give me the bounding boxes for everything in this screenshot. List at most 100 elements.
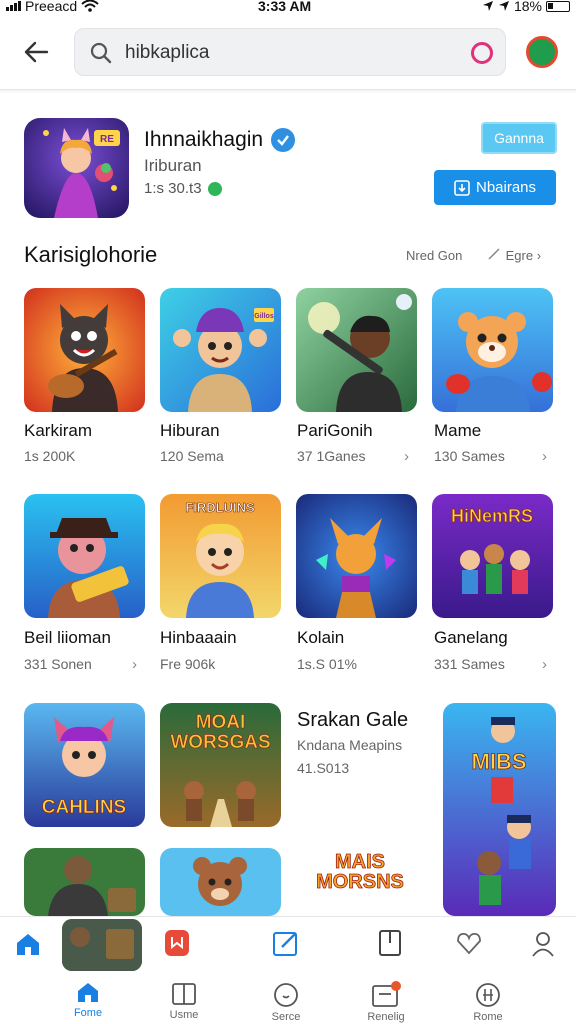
home-icon: [78, 983, 98, 1002]
section-title: Karisiglohorie: [24, 242, 158, 267]
game-tile[interactable]: [296, 494, 417, 618]
tile-art-text: Gillos: [254, 313, 274, 320]
tab-label: Usme: [169, 1009, 199, 1021]
game-tile[interactable]: Gillos: [160, 288, 281, 412]
tile-art-text: FIRDLUINS: [185, 500, 255, 515]
game-tile[interactable]: [160, 848, 281, 916]
tab-label: Fome: [73, 1007, 103, 1019]
tile-name: PariGonih: [297, 421, 373, 440]
tile-meta: 1s 200K: [24, 448, 76, 464]
profile-icon: [532, 932, 554, 957]
tile-meta: 1s.S 01%: [297, 656, 357, 672]
tab-settings[interactable]: Rome: [462, 982, 514, 1023]
status-time: 3:33 AM: [258, 0, 312, 14]
tile-meta: 120 Sema: [160, 448, 224, 464]
featured-subtitle: Kndana Meapins: [297, 737, 403, 753]
tile-name: Kolain: [297, 628, 345, 647]
home-icon: [17, 934, 39, 955]
chevron-right-icon[interactable]: ›: [542, 448, 547, 465]
library-icon: [172, 983, 196, 1005]
profile-button[interactable]: [532, 931, 554, 957]
tab-search[interactable]: Serce: [260, 982, 312, 1023]
heart-button[interactable]: [456, 931, 482, 955]
book-icon: [379, 930, 401, 956]
tile-name: Beil liioman: [24, 628, 111, 647]
search-icon: [90, 42, 112, 64]
search-bar[interactable]: hibkaplica: [74, 28, 506, 76]
tile-art-text: MOAI WORSGAS: [170, 713, 271, 753]
tile-name: Karkiram: [24, 421, 93, 440]
game-tile[interactable]: [296, 288, 417, 412]
app-meta-text: 1:s 30.t3: [144, 180, 202, 197]
voice-search-icon[interactable]: [471, 42, 493, 64]
install-button[interactable]: Nbairans: [434, 170, 556, 205]
tab-notifications[interactable]: Renelig: [358, 980, 414, 1023]
tile-name: Ganelang: [434, 628, 508, 647]
tile-meta: 130 Sames: [434, 448, 505, 464]
game-tile[interactable]: [24, 848, 145, 916]
arrow-left-icon: [24, 41, 49, 63]
chevron-right-icon[interactable]: ›: [132, 656, 137, 673]
status-bar: Preeacd 3:33 AM 18%: [0, 0, 576, 16]
tile-meta: 331 Sonen: [24, 656, 92, 672]
download-icon: [454, 179, 470, 196]
game-tile[interactable]: FIRDLUINS: [160, 494, 281, 618]
game-tile[interactable]: MOAI WORSGAS: [160, 703, 281, 827]
tile-meta: 331 Sames: [434, 656, 505, 672]
bookmark-icon: [165, 930, 189, 956]
tile-name: Hiburan: [160, 421, 220, 440]
game-tile[interactable]: HiNemRS: [432, 494, 553, 618]
back-button[interactable]: [18, 36, 54, 68]
signal-icon: [6, 1, 21, 11]
location-icon: [482, 1, 493, 11]
search-input[interactable]: hibkaplica: [125, 42, 210, 64]
avatar[interactable]: [526, 36, 558, 68]
carrier-label: Preeacd: [25, 0, 78, 14]
app-store-page: Preeacd 3:33 AM 18% hibkaplica RE Ihnnai…: [0, 0, 576, 1024]
featured-meta: 41.S013: [297, 760, 350, 776]
tile-name: Hinbaaain: [160, 628, 237, 647]
settings-icon: [476, 983, 500, 1007]
open-button[interactable]: Gannna: [481, 122, 557, 154]
app-icon[interactable]: RE: [24, 118, 129, 218]
tab-label: Rome: [473, 1011, 503, 1023]
featured-banner[interactable]: MIBS: [443, 703, 556, 916]
pencil-icon: [488, 248, 500, 260]
install-label: Nbairans: [475, 179, 537, 196]
game-tile[interactable]: CAHLINS: [24, 703, 145, 827]
see-all-link[interactable]: Nred Gon: [406, 248, 462, 263]
app-icon-text: RE: [100, 134, 114, 145]
more-link[interactable]: Egre ›: [488, 248, 541, 263]
featured-title[interactable]: Srakan Gale: [297, 709, 408, 732]
tab-home[interactable]: Fome: [62, 980, 114, 1019]
game-tile[interactable]: [24, 288, 145, 412]
game-tile[interactable]: [432, 288, 553, 412]
tile-art-text: HiNemRS: [451, 506, 533, 526]
notification-icon: [372, 981, 401, 1007]
bottom-navigation: Fome Usme Serce Renelig Rome: [0, 972, 576, 1024]
search-icon: [274, 983, 298, 1007]
video-thumbnail[interactable]: [62, 919, 142, 971]
book-button[interactable]: [378, 929, 402, 957]
app-meta: 1:s 30.t3: [144, 180, 222, 197]
tile-art-text: CAHLINS: [42, 797, 126, 818]
app-title: Ihnnaikhagin: [144, 128, 296, 152]
verified-icon: [271, 128, 296, 152]
tile-art-text: MIBS: [472, 749, 527, 774]
edit-button[interactable]: [272, 929, 300, 957]
home-tab-button[interactable]: [14, 931, 42, 957]
app-name: Ihnnaikhagin: [144, 128, 264, 151]
game-tile[interactable]: [24, 494, 145, 618]
chevron-right-icon[interactable]: ›: [542, 656, 547, 673]
heart-icon: [457, 932, 481, 955]
chevron-right-icon[interactable]: ›: [404, 448, 409, 465]
bookmark-button[interactable]: [164, 929, 190, 957]
battery-percent: 18%: [513, 0, 542, 14]
tab-label: Serce: [271, 1011, 301, 1023]
featured-logo: MAIS MORSNS: [300, 852, 420, 912]
tab-library[interactable]: Usme: [158, 982, 210, 1021]
battery-icon: [546, 0, 570, 12]
tile-meta: 37 1Ganes: [297, 448, 366, 464]
chevron-right-icon: ›: [536, 248, 542, 263]
rating-icon: [207, 181, 222, 196]
